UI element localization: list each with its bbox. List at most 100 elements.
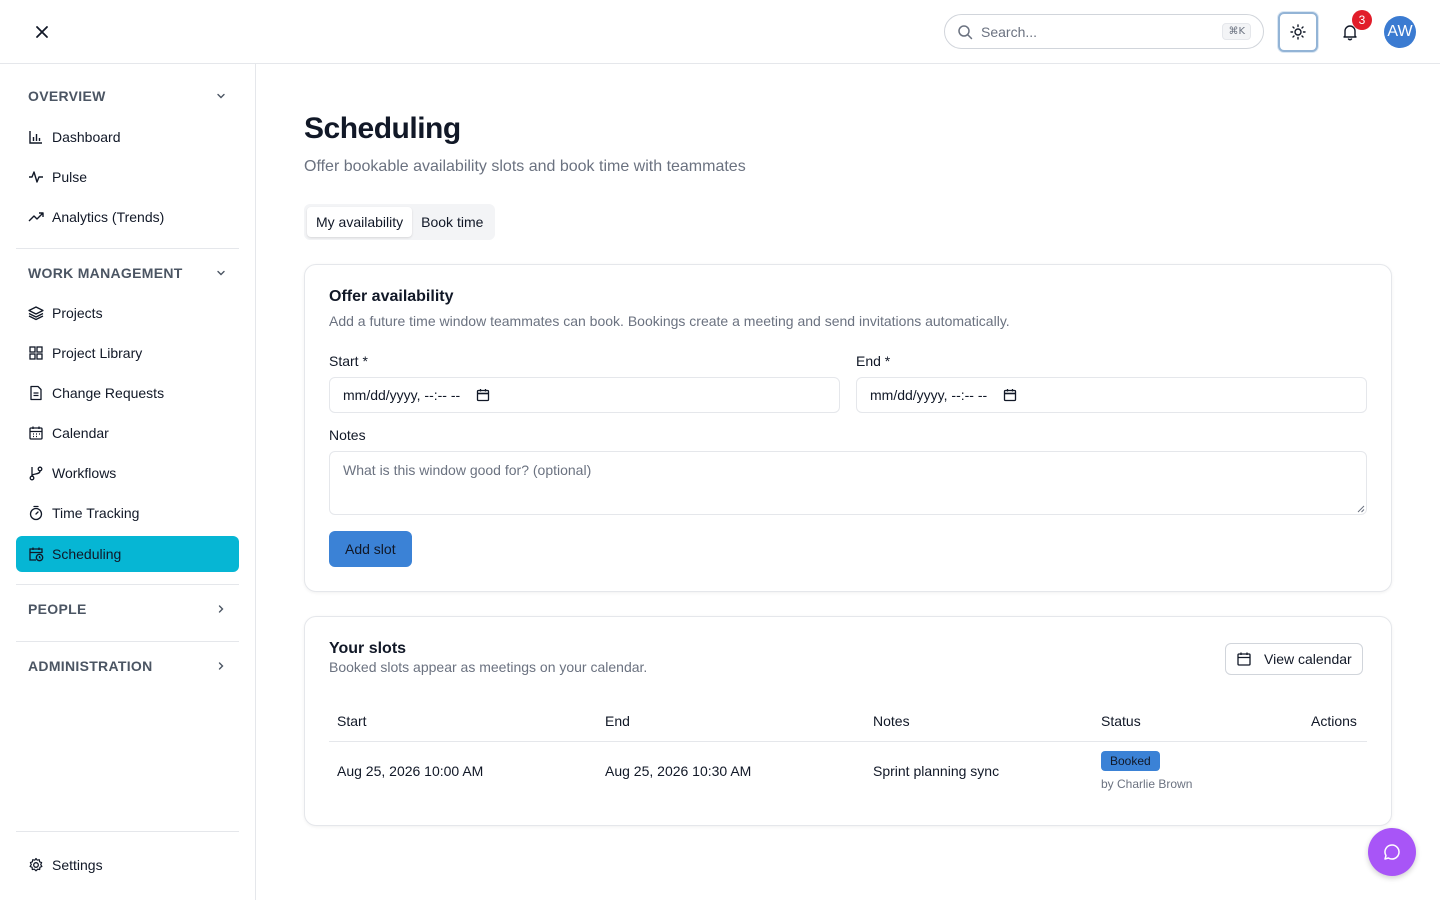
sidebar-item-project-library[interactable]: Project Library bbox=[16, 335, 239, 371]
chevron-down-icon bbox=[217, 93, 225, 99]
grid-icon bbox=[29, 346, 43, 360]
column-header-notes: Notes bbox=[873, 713, 910, 729]
search-icon bbox=[958, 24, 973, 39]
column-header-start: Start bbox=[337, 713, 367, 729]
sidebar-item-label: Time Tracking bbox=[52, 505, 140, 521]
sidebar-divider bbox=[16, 831, 239, 832]
page-title: Scheduling bbox=[304, 112, 461, 145]
sidebar-item-pulse[interactable]: Pulse bbox=[16, 159, 239, 195]
file-text-icon bbox=[30, 385, 42, 401]
add-slot-button[interactable]: Add slot bbox=[329, 531, 412, 567]
sidebar-section-people[interactable]: PEOPLE bbox=[16, 589, 239, 629]
chevron-right-icon bbox=[218, 662, 224, 670]
column-header-end: End bbox=[605, 713, 630, 729]
close-sidebar-button[interactable] bbox=[28, 18, 56, 46]
column-header-status: Status bbox=[1101, 713, 1141, 729]
layers-icon bbox=[28, 306, 44, 321]
booked-by-text: by Charlie Brown bbox=[1101, 777, 1193, 791]
sidebar-section-overview[interactable]: OVERVIEW bbox=[16, 76, 239, 116]
status-badge: Booked bbox=[1101, 751, 1160, 771]
sidebar-item-scheduling[interactable]: Scheduling bbox=[16, 536, 239, 572]
search-shortcut: ⌘K bbox=[1222, 23, 1251, 40]
global-search[interactable]: ⌘K bbox=[944, 14, 1264, 49]
start-value: mm/dd/yyyy, --:-- -- bbox=[343, 387, 461, 403]
start-label: Start * bbox=[329, 353, 368, 369]
view-calendar-button[interactable]: View calendar bbox=[1225, 643, 1363, 675]
view-calendar-label: View calendar bbox=[1264, 651, 1352, 667]
sun-icon bbox=[1290, 24, 1306, 40]
column-header-actions: Actions bbox=[1311, 713, 1357, 729]
sidebar-item-label: Dashboard bbox=[52, 129, 121, 145]
slot-end: Aug 25, 2026 10:30 AM bbox=[605, 763, 752, 779]
tab-list: My availability Book time bbox=[304, 204, 496, 240]
sidebar-item-label: Change Requests bbox=[52, 385, 165, 401]
section-label: WORK MANAGEMENT bbox=[28, 265, 183, 281]
sidebar-item-projects[interactable]: Projects bbox=[16, 295, 239, 331]
sidebar-item-dashboard[interactable]: Dashboard bbox=[16, 119, 239, 155]
main-content: Scheduling Offer bookable availability s… bbox=[256, 64, 1440, 900]
sidebar-item-label: Projects bbox=[52, 305, 103, 321]
sidebar-section-administration[interactable]: ADMINISTRATION bbox=[16, 646, 239, 686]
end-label: End * bbox=[856, 353, 891, 369]
notes-label: Notes bbox=[329, 427, 366, 443]
sidebar-item-label: Scheduling bbox=[52, 546, 122, 562]
sidebar-item-calendar[interactable]: Calendar bbox=[16, 415, 239, 451]
calendar-icon bbox=[29, 426, 43, 440]
card-description: Add a future time window teammates can b… bbox=[329, 313, 1010, 329]
calendar-picker-icon[interactable] bbox=[1003, 388, 1017, 402]
calendar-icon bbox=[1237, 652, 1251, 666]
sidebar-item-label: Workflows bbox=[52, 465, 117, 481]
sidebar-divider bbox=[16, 584, 239, 585]
sidebar: OVERVIEW Dashboard Pulse Analytics (Tren… bbox=[0, 64, 256, 900]
theme-toggle-button[interactable] bbox=[1278, 12, 1318, 52]
chevron-right-icon bbox=[218, 605, 224, 613]
tab-book-time[interactable]: Book time bbox=[412, 207, 492, 237]
top-bar: ⌘K 3 AW bbox=[0, 0, 1440, 64]
sidebar-item-label: Settings bbox=[52, 857, 103, 873]
card-description: Booked slots appear as meetings on your … bbox=[329, 659, 648, 675]
page-subtitle: Offer bookable availability slots and bo… bbox=[304, 158, 746, 175]
search-input[interactable] bbox=[981, 23, 1223, 40]
sidebar-item-label: Analytics (Trends) bbox=[52, 209, 165, 225]
sidebar-divider bbox=[16, 641, 239, 642]
sidebar-item-label: Pulse bbox=[52, 169, 88, 185]
sidebar-item-analytics[interactable]: Analytics (Trends) bbox=[16, 199, 239, 235]
your-slots-card: Your slots Booked slots appear as meetin… bbox=[304, 616, 1392, 826]
gear-icon bbox=[29, 857, 43, 872]
calendar-clock-icon bbox=[29, 547, 44, 562]
timer-icon bbox=[29, 505, 43, 521]
resize-grip-icon[interactable] bbox=[1357, 505, 1365, 513]
notes-textarea[interactable] bbox=[329, 451, 1367, 515]
chevron-down-icon bbox=[217, 270, 225, 276]
slot-start: Aug 25, 2026 10:00 AM bbox=[337, 763, 484, 779]
sidebar-item-change-requests[interactable]: Change Requests bbox=[16, 375, 239, 411]
user-avatar[interactable]: AW bbox=[1384, 16, 1416, 48]
chat-bubble-icon bbox=[1384, 844, 1400, 860]
sidebar-divider bbox=[16, 248, 239, 249]
calendar-icon bbox=[1004, 389, 1017, 402]
sidebar-item-label: Project Library bbox=[52, 345, 143, 361]
sidebar-item-time-tracking[interactable]: Time Tracking bbox=[16, 495, 239, 531]
sidebar-section-work-management[interactable]: WORK MANAGEMENT bbox=[16, 253, 239, 293]
end-datetime-input[interactable]: mm/dd/yyyy, --:-- -- bbox=[856, 377, 1367, 413]
slot-notes: Sprint planning sync bbox=[873, 763, 1000, 779]
start-datetime-input[interactable]: mm/dd/yyyy, --:-- -- bbox=[329, 377, 840, 413]
calendar-icon bbox=[477, 389, 490, 402]
offer-availability-card: Offer availability Add a future time win… bbox=[304, 264, 1392, 592]
chat-button[interactable] bbox=[1368, 828, 1416, 876]
section-label: OVERVIEW bbox=[28, 88, 106, 104]
end-value: mm/dd/yyyy, --:-- -- bbox=[870, 387, 988, 403]
sidebar-item-settings[interactable]: Settings bbox=[16, 847, 239, 883]
bar-chart-icon bbox=[29, 131, 42, 144]
close-icon bbox=[36, 26, 48, 38]
trending-up-icon bbox=[28, 212, 44, 222]
table-divider bbox=[329, 741, 1367, 742]
section-label: ADMINISTRATION bbox=[28, 658, 153, 674]
tab-my-availability[interactable]: My availability bbox=[307, 207, 413, 237]
sidebar-item-workflows[interactable]: Workflows bbox=[16, 455, 239, 491]
sidebar-item-label: Calendar bbox=[52, 425, 109, 441]
notification-count-badge: 3 bbox=[1352, 10, 1372, 30]
git-branch-icon bbox=[29, 466, 43, 481]
activity-icon bbox=[29, 171, 43, 183]
calendar-picker-icon[interactable] bbox=[476, 388, 490, 402]
